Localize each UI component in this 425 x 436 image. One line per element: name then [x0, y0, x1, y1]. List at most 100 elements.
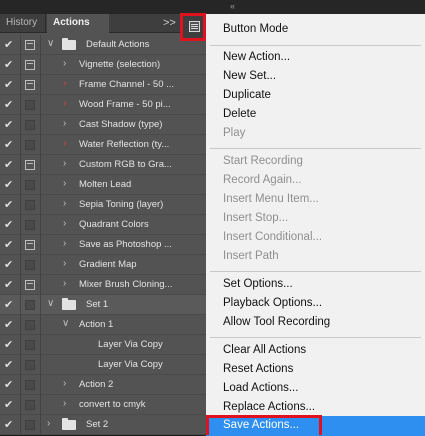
- expand-panel-icon[interactable]: >>: [163, 14, 176, 32]
- panel-menu-button[interactable]: [180, 13, 206, 41]
- toggle-dialog-icon[interactable]: [25, 420, 35, 430]
- toggle-item-checkmark-icon[interactable]: ✔: [4, 98, 13, 111]
- toggle-dialog-icon[interactable]: [25, 340, 35, 350]
- toggle-dialog-icon[interactable]: [25, 400, 35, 410]
- action-set-row[interactable]: ✔ ∨ Default Actions: [0, 35, 206, 55]
- chevron-right-icon[interactable]: ›: [63, 398, 66, 409]
- toggle-dialog-icon[interactable]: [25, 240, 35, 250]
- toggle-dialog-icon[interactable]: [25, 260, 35, 270]
- toggle-dialog-icon[interactable]: [25, 100, 35, 110]
- menu-item-new-action[interactable]: New Action...: [223, 51, 290, 63]
- toggle-item-checkmark-icon[interactable]: ✔: [4, 338, 13, 351]
- toggle-item-checkmark-icon[interactable]: ✔: [4, 418, 13, 431]
- chevron-right-icon[interactable]: ›: [63, 258, 66, 269]
- action-set-row[interactable]: ✔ › Set 2: [0, 415, 206, 435]
- action-row[interactable]: ✔ › Quadrant Colors: [0, 215, 206, 235]
- chevron-right-icon[interactable]: ›: [63, 178, 66, 189]
- toggle-item-checkmark-icon[interactable]: ✔: [4, 198, 13, 211]
- toggle-item-checkmark-icon[interactable]: ✔: [4, 38, 13, 51]
- action-row[interactable]: ✔ › Molten Lead: [0, 175, 206, 195]
- toggle-dialog-icon[interactable]: [25, 140, 35, 150]
- toggle-item-checkmark-icon[interactable]: ✔: [4, 218, 13, 231]
- chevron-down-icon[interactable]: ∨: [62, 318, 69, 329]
- toggle-item-checkmark-icon[interactable]: ✔: [4, 58, 13, 71]
- chevron-right-icon[interactable]: ›: [63, 278, 66, 289]
- tab-actions[interactable]: Actions: [47, 14, 109, 33]
- menu-item-reset-actions[interactable]: Reset Actions: [223, 363, 293, 375]
- action-row[interactable]: ✔ › convert to cmyk: [0, 395, 206, 415]
- panel-menu-icon[interactable]: [189, 21, 200, 32]
- tab-history[interactable]: History: [0, 14, 46, 32]
- chevron-right-icon[interactable]: ›: [63, 118, 66, 129]
- chevron-right-icon[interactable]: ›: [63, 198, 66, 209]
- action-row[interactable]: ✔ › Cast Shadow (type): [0, 115, 206, 135]
- toggle-dialog-icon[interactable]: [25, 60, 35, 70]
- chevron-right-icon[interactable]: ›: [63, 78, 66, 89]
- toggle-item-checkmark-icon[interactable]: ✔: [4, 378, 13, 391]
- menu-item-playback-options[interactable]: Playback Options...: [223, 297, 322, 309]
- chevron-down-icon[interactable]: ∨: [47, 298, 54, 309]
- toggle-dialog-icon[interactable]: [25, 380, 35, 390]
- toggle-item-checkmark-icon[interactable]: ✔: [4, 398, 13, 411]
- menu-item-insert-menu-item[interactable]: Insert Menu Item...: [223, 193, 319, 205]
- action-row[interactable]: ✔ › Frame Channel - 50 ...: [0, 75, 206, 95]
- chevron-right-icon[interactable]: ›: [63, 218, 66, 229]
- toggle-item-checkmark-icon[interactable]: ✔: [4, 78, 13, 91]
- action-row[interactable]: ✔ › Water Reflection (ty...: [0, 135, 206, 155]
- menu-item-load-actions[interactable]: Load Actions...: [223, 382, 298, 394]
- menu-item-delete[interactable]: Delete: [223, 108, 256, 120]
- action-row[interactable]: ✔ › Wood Frame - 50 pi...: [0, 95, 206, 115]
- action-row[interactable]: ✔ › Gradient Map: [0, 255, 206, 275]
- toggle-item-checkmark-icon[interactable]: ✔: [4, 358, 13, 371]
- action-row[interactable]: ✔ › Mixer Brush Cloning...: [0, 275, 206, 295]
- menu-item-clear-all-actions[interactable]: Clear All Actions: [223, 344, 306, 356]
- menu-item-allow-tool-recording[interactable]: Allow Tool Recording: [223, 316, 330, 328]
- command-row[interactable]: ✔ Layer Via Copy: [0, 355, 206, 375]
- action-set-row[interactable]: ✔ ∨ Set 1: [0, 295, 206, 315]
- menu-item-button-mode[interactable]: Button Mode: [223, 23, 288, 35]
- toggle-dialog-icon[interactable]: [25, 220, 35, 230]
- menu-item-new-set[interactable]: New Set...: [223, 70, 276, 82]
- toggle-dialog-icon[interactable]: [25, 120, 35, 130]
- toggle-dialog-icon[interactable]: [25, 180, 35, 190]
- command-row[interactable]: ✔ Layer Via Copy: [0, 335, 206, 355]
- menu-item-duplicate[interactable]: Duplicate: [223, 89, 271, 101]
- chevron-right-icon[interactable]: ›: [63, 138, 66, 149]
- toggle-item-checkmark-icon[interactable]: ✔: [4, 278, 13, 291]
- menu-item-insert-conditional[interactable]: Insert Conditional...: [223, 231, 322, 243]
- toggle-item-checkmark-icon[interactable]: ✔: [4, 238, 13, 251]
- toggle-dialog-icon[interactable]: [25, 160, 35, 170]
- action-row[interactable]: ✔ › Vignette (selection): [0, 55, 206, 75]
- chevron-right-icon[interactable]: ›: [63, 238, 66, 249]
- toggle-dialog-icon[interactable]: [25, 300, 35, 310]
- toggle-item-checkmark-icon[interactable]: ✔: [4, 298, 13, 311]
- menu-item-insert-path[interactable]: Insert Path: [223, 250, 279, 262]
- chevron-right-icon[interactable]: ›: [47, 418, 50, 429]
- toggle-dialog-icon[interactable]: [25, 280, 35, 290]
- toggle-dialog-icon[interactable]: [25, 40, 35, 50]
- chevron-right-icon[interactable]: ›: [63, 98, 66, 109]
- toggle-dialog-icon[interactable]: [25, 80, 35, 90]
- menu-item-play[interactable]: Play: [223, 127, 245, 139]
- chevron-right-icon[interactable]: ›: [63, 378, 66, 389]
- menu-item-start-recording[interactable]: Start Recording: [223, 155, 303, 167]
- toggle-item-checkmark-icon[interactable]: ✔: [4, 178, 13, 191]
- action-row[interactable]: ✔ › Action 2: [0, 375, 206, 395]
- toggle-item-checkmark-icon[interactable]: ✔: [4, 258, 13, 271]
- menu-item-set-options[interactable]: Set Options...: [223, 278, 293, 290]
- chevron-right-icon[interactable]: ›: [63, 58, 66, 69]
- toggle-item-checkmark-icon[interactable]: ✔: [4, 118, 13, 131]
- action-row[interactable]: ✔ › Save as Photoshop ...: [0, 235, 206, 255]
- menu-item-record-again[interactable]: Record Again...: [223, 174, 302, 186]
- toggle-item-checkmark-icon[interactable]: ✔: [4, 138, 13, 151]
- toggle-item-checkmark-icon[interactable]: ✔: [4, 318, 13, 331]
- chevron-down-icon[interactable]: ∨: [47, 38, 54, 49]
- action-row[interactable]: ✔ ∨ Action 1: [0, 315, 206, 335]
- action-row[interactable]: ✔ › Sepia Toning (layer): [0, 195, 206, 215]
- toggle-dialog-icon[interactable]: [25, 320, 35, 330]
- collapse-arrows-icon[interactable]: ‹‹: [230, 1, 235, 11]
- action-row[interactable]: ✔ › Custom RGB to Gra...: [0, 155, 206, 175]
- toggle-dialog-icon[interactable]: [25, 200, 35, 210]
- toggle-item-checkmark-icon[interactable]: ✔: [4, 158, 13, 171]
- chevron-right-icon[interactable]: ›: [63, 158, 66, 169]
